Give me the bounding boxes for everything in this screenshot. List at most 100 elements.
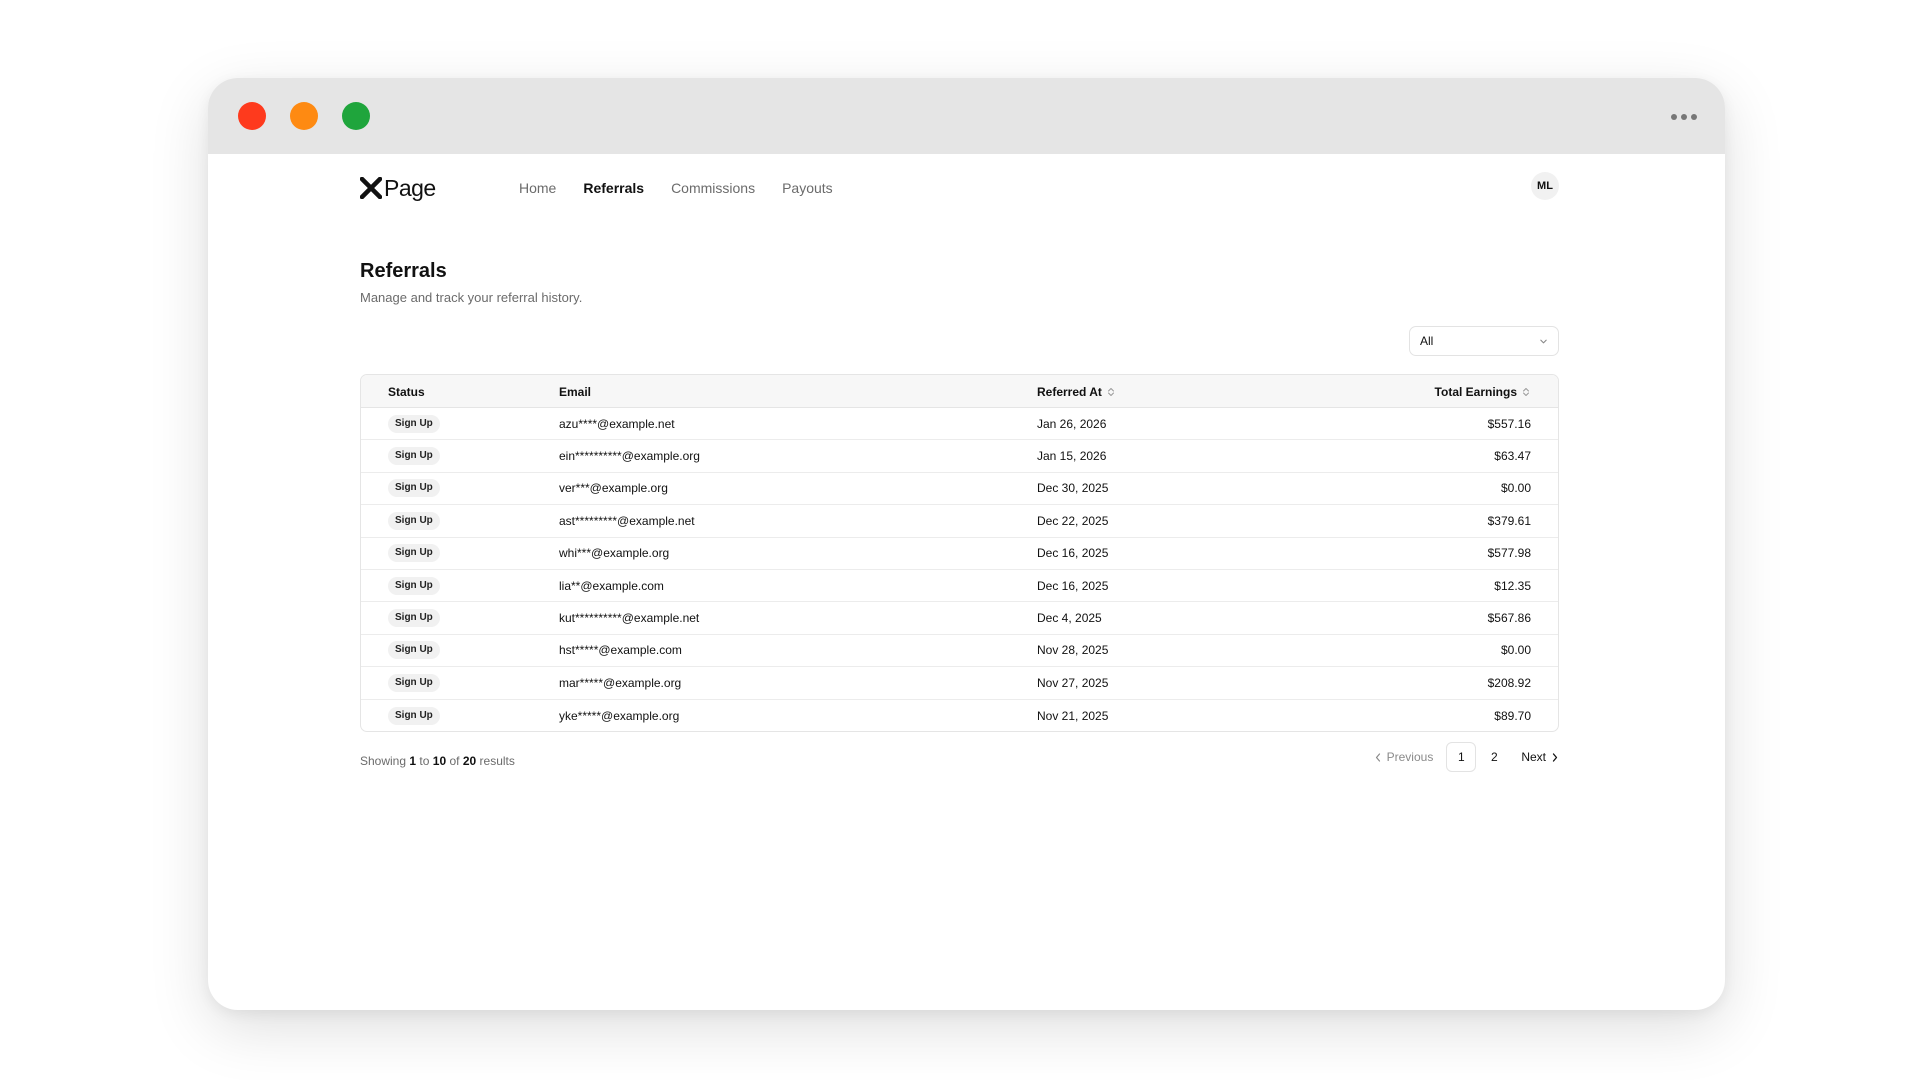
column-header-status: Status — [388, 384, 425, 399]
page-title: Referrals — [360, 260, 447, 282]
referrals-table: Status Email Referred At Total Earnings — [360, 374, 1559, 732]
earnings-cell: $557.16 — [1487, 416, 1531, 431]
referred-at-cell: Jan 15, 2026 — [1037, 449, 1107, 464]
earnings-cell: $63.47 — [1494, 449, 1531, 464]
table-row[interactable]: Sign Up ast*********@example.net Dec 22,… — [361, 505, 1558, 538]
previous-page-button[interactable]: Previous — [1374, 750, 1434, 764]
email-cell: mar*****@example.org — [559, 675, 682, 690]
table-row[interactable]: Sign Up lia**@example.com Dec 16, 2025 $… — [361, 570, 1558, 603]
table-row[interactable]: Sign Up azu****@example.net Jan 26, 2026… — [361, 408, 1558, 441]
column-header-referred-at[interactable]: Referred At — [1037, 375, 1115, 408]
earnings-cell: $379.61 — [1487, 513, 1531, 528]
of-word: of — [449, 754, 460, 768]
window-titlebar — [208, 78, 1725, 154]
showing-prefix: Showing — [360, 754, 407, 768]
table-row[interactable]: Sign Up ver***@example.org Dec 30, 2025 … — [361, 473, 1558, 506]
email-cell: hst*****@example.com — [559, 643, 682, 658]
table-row[interactable]: Sign Up ein**********@example.org Jan 15… — [361, 440, 1558, 473]
results-summary: Showing 1 to 10 of 20 results — [360, 754, 515, 768]
browser-window: Page Home Referrals Commissions Payouts … — [208, 78, 1725, 1010]
table-row[interactable]: Sign Up kut**********@example.net Dec 4,… — [361, 602, 1558, 635]
table-row[interactable]: Sign Up hst*****@example.com Nov 28, 202… — [361, 635, 1558, 668]
status-badge: Sign Up — [388, 641, 440, 660]
x-logo-icon — [360, 177, 382, 199]
referred-at-cell: Dec 16, 2025 — [1037, 578, 1109, 593]
email-cell: ver***@example.org — [559, 481, 668, 496]
table-body: Sign Up azu****@example.net Jan 26, 2026… — [361, 408, 1558, 731]
email-cell: lia**@example.com — [559, 578, 664, 593]
earnings-cell: $89.70 — [1494, 708, 1531, 723]
column-header-total-earnings-label: Total Earnings — [1434, 384, 1517, 399]
email-cell: ein**********@example.org — [559, 449, 700, 464]
pagination: Previous 1 2 Next — [1374, 742, 1559, 772]
earnings-cell: $208.92 — [1487, 675, 1531, 690]
status-badge: Sign Up — [388, 576, 440, 595]
email-cell: yke*****@example.org — [559, 708, 680, 723]
next-page-button[interactable]: Next — [1521, 750, 1559, 764]
earnings-cell: $0.00 — [1500, 481, 1531, 496]
column-header-email: Email — [559, 384, 592, 399]
chevron-left-icon — [1375, 752, 1380, 762]
sort-icon — [1107, 387, 1114, 396]
table-row[interactable]: Sign Up whi***@example.org Dec 16, 2025 … — [361, 538, 1558, 570]
minimize-window-button[interactable] — [290, 102, 318, 130]
table-header: Status Email Referred At Total Earnings — [361, 375, 1558, 408]
nav-link-referrals[interactable]: Referrals — [583, 180, 644, 196]
status-badge: Sign Up — [388, 673, 440, 692]
status-badge: Sign Up — [388, 414, 440, 433]
status-badge: Sign Up — [388, 544, 440, 563]
page-button-1[interactable]: 1 — [1446, 742, 1477, 772]
page-subtitle: Manage and track your referral history. — [360, 290, 583, 305]
referred-at-cell: Nov 21, 2025 — [1037, 708, 1109, 723]
referred-at-cell: Dec 30, 2025 — [1037, 481, 1109, 496]
nav-links: Home Referrals Commissions Payouts — [519, 172, 833, 204]
chevron-down-icon — [1540, 339, 1547, 344]
top-navbar: Page Home Referrals Commissions Payouts … — [360, 172, 1559, 204]
app-content: Page Home Referrals Commissions Payouts … — [208, 154, 1725, 1010]
chevron-right-icon — [1552, 752, 1558, 762]
brand-logo[interactable]: Page — [360, 172, 436, 204]
maximize-window-button[interactable] — [342, 102, 370, 130]
status-badge: Sign Up — [388, 706, 440, 725]
brand-name: Page — [384, 174, 436, 201]
email-cell: kut**********@example.net — [559, 611, 700, 626]
email-cell: ast*********@example.net — [559, 513, 695, 528]
status-filter-select[interactable]: All — [1409, 326, 1559, 356]
column-header-referred-at-label: Referred At — [1037, 384, 1102, 399]
results-total: 20 — [462, 754, 477, 768]
referred-at-cell: Dec 16, 2025 — [1037, 546, 1109, 561]
to-word: to — [419, 754, 430, 768]
nav-link-payouts[interactable]: Payouts — [782, 180, 833, 196]
referred-at-cell: Dec 22, 2025 — [1037, 513, 1109, 528]
filter-selected-value: All — [1420, 334, 1434, 348]
table-row[interactable]: Sign Up yke*****@example.org Nov 21, 202… — [361, 700, 1558, 731]
earnings-cell: $577.98 — [1487, 546, 1531, 561]
referred-at-cell: Dec 4, 2025 — [1037, 611, 1102, 626]
referred-at-cell: Nov 28, 2025 — [1037, 643, 1109, 658]
page-button-2[interactable]: 2 — [1479, 742, 1509, 772]
earnings-cell: $0.00 — [1500, 643, 1531, 658]
results-word: results — [479, 754, 515, 768]
status-badge: Sign Up — [388, 447, 440, 466]
results-from: 1 — [409, 754, 417, 768]
user-avatar[interactable]: ML — [1531, 172, 1559, 200]
email-cell: azu****@example.net — [559, 416, 675, 431]
more-dots-icon[interactable] — [1671, 114, 1697, 120]
status-badge: Sign Up — [388, 609, 440, 628]
email-cell: whi***@example.org — [559, 546, 670, 561]
table-row[interactable]: Sign Up mar*****@example.org Nov 27, 202… — [361, 667, 1558, 700]
earnings-cell: $567.86 — [1487, 611, 1531, 626]
next-label: Next — [1521, 750, 1546, 764]
earnings-cell: $12.35 — [1494, 578, 1531, 593]
referred-at-cell: Jan 26, 2026 — [1037, 416, 1107, 431]
column-header-total-earnings[interactable]: Total Earnings — [1435, 375, 1530, 408]
previous-label: Previous — [1386, 750, 1434, 764]
nav-link-home[interactable]: Home — [519, 180, 556, 196]
referred-at-cell: Nov 27, 2025 — [1037, 675, 1109, 690]
results-to: 10 — [432, 754, 447, 768]
nav-link-commissions[interactable]: Commissions — [671, 180, 755, 196]
sort-icon — [1523, 387, 1529, 396]
status-badge: Sign Up — [388, 511, 440, 530]
close-window-button[interactable] — [238, 102, 266, 130]
status-badge: Sign Up — [388, 479, 440, 498]
